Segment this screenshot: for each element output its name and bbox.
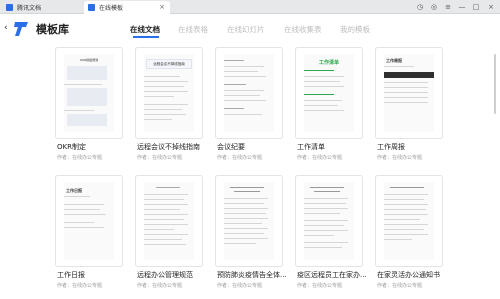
preview-title: 远程会议不掉线指南: [146, 59, 192, 69]
preview-title: OKR模板规划: [79, 58, 99, 62]
template-author: 作者：在线办公专题: [297, 155, 343, 161]
template-name: 工作清单: [297, 143, 325, 151]
preview-title: 工作清单: [318, 60, 339, 66]
template-preview: [384, 182, 434, 260]
preview-title: 工作周报: [386, 58, 402, 63]
template-name: 疫区远程员工在家办...: [297, 271, 367, 279]
tab-online-templates[interactable]: 在线模板 ×: [84, 1, 170, 14]
tab-tencent-docs[interactable]: 腾讯文档: [2, 1, 86, 14]
template-card-weekly-report[interactable]: 工作周报: [375, 47, 443, 139]
active-tab-indicator: [133, 36, 159, 38]
template-author: 作者：在线办公专题: [377, 283, 423, 289]
template-name: 工作日报: [57, 271, 85, 279]
tab-label: 腾讯文档: [17, 5, 42, 12]
menu-icon[interactable]: ≡: [442, 1, 454, 13]
maximize-icon[interactable]: □: [470, 1, 482, 13]
template-preview: 工作日报: [64, 182, 114, 260]
template-preview: 远程会议不掉线指南: [144, 54, 194, 132]
template-name: 远程办公管理规范: [137, 271, 193, 279]
template-name: 会议纪要: [217, 143, 245, 151]
template-name: OKR制定: [57, 143, 86, 151]
template-author: 作者：在线办公专题: [217, 283, 263, 289]
close-window-icon[interactable]: ×: [485, 1, 497, 13]
template-preview: 工作清单: [304, 54, 354, 132]
template-card-remote-meeting[interactable]: 远程会议不掉线指南: [135, 47, 203, 139]
history-icon[interactable]: ◷: [414, 1, 426, 13]
template-author: 作者：在线办公专题: [137, 155, 183, 161]
template-author: 作者：在线办公专题: [377, 155, 423, 161]
template-card-epidemic-notice[interactable]: [215, 175, 283, 267]
template-preview: [304, 182, 354, 260]
window-titlebar: 腾讯文档 在线模板 × ◷ ◎ ≡ — □ ×: [0, 0, 500, 14]
tab-label: 在线模板: [99, 5, 124, 12]
template-card-remote-office-rules[interactable]: [135, 175, 203, 267]
tencent-docs-icon: [6, 4, 13, 11]
template-author: 作者：在线办公专题: [217, 155, 263, 161]
template-author: 作者：在线办公专题: [57, 155, 103, 161]
back-arrow-icon[interactable]: ‹: [4, 23, 8, 33]
scrollbar[interactable]: [494, 54, 496, 114]
template-card-flexible-office-notice[interactable]: [375, 175, 443, 267]
template-preview: [224, 54, 274, 132]
template-card-meeting-minutes[interactable]: [215, 47, 283, 139]
template-author: 作者：在线办公专题: [137, 283, 183, 289]
tencent-docs-icon: [88, 4, 95, 11]
template-preview: OKR模板规划: [64, 54, 114, 132]
nav-tab-online-docs[interactable]: 在线文档: [130, 24, 160, 35]
template-preview: 工作周报: [384, 54, 434, 132]
nav-tab-my-templates[interactable]: 我的模板: [340, 24, 370, 35]
user-icon[interactable]: ◎: [428, 1, 440, 13]
template-card-work-list[interactable]: 工作清单: [295, 47, 363, 139]
template-card-daily-report[interactable]: 工作日报: [55, 175, 123, 267]
minimize-icon[interactable]: —: [456, 1, 468, 13]
template-name: 预防肺炎疫情告全体...: [217, 271, 287, 279]
nav-tab-online-forms[interactable]: 在线收集表: [284, 24, 322, 35]
close-icon[interactable]: ×: [159, 3, 165, 11]
template-name: 工作周报: [377, 143, 405, 151]
template-preview: [144, 182, 194, 260]
preview-title: 工作日报: [66, 188, 82, 193]
template-author: 作者：在线办公专题: [57, 283, 103, 289]
template-card-okr[interactable]: OKR模板规划: [55, 47, 123, 139]
nav-tab-online-sheets[interactable]: 在线表格: [178, 24, 208, 35]
logo-icon: [14, 22, 28, 36]
preview-table-header: [384, 72, 434, 78]
page-title: 模板库: [36, 23, 69, 36]
template-name: 在家灵活办公通知书: [377, 271, 440, 279]
template-author: 作者：在线办公专题: [297, 283, 343, 289]
template-card-remote-staff-notice[interactable]: [295, 175, 363, 267]
nav-tab-online-slides[interactable]: 在线幻灯片: [227, 24, 265, 35]
template-name: 远程会议不掉线指南: [137, 143, 200, 151]
template-library-app: ‹ 模板库 在线文档 在线表格 在线幻灯片 在线收集表 我的模板 OKR模板规划…: [0, 14, 500, 299]
template-preview: [224, 182, 274, 260]
